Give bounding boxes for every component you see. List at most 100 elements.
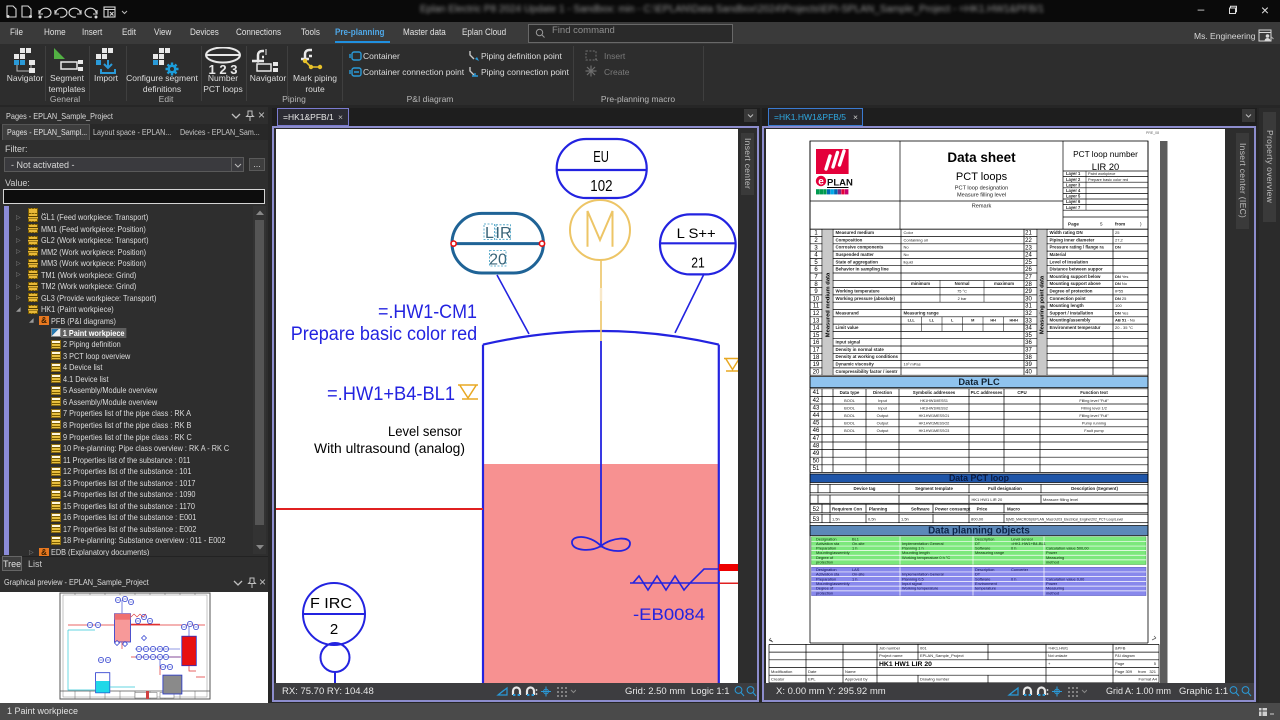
svg-text:Page 309: Page 309	[1115, 669, 1133, 674]
svg-text:BOOL: BOOL	[844, 421, 856, 426]
svg-text:33: 33	[1025, 318, 1032, 324]
svg-text:AB 51 - No: AB 51 - No	[1115, 318, 1136, 323]
svg-text:Job number: Job number	[879, 646, 901, 651]
svg-text:15: 15	[813, 333, 820, 339]
svg-text:Converter: Converter	[1011, 567, 1029, 572]
svg-text:Color: Color	[904, 230, 914, 235]
svg-text:Software: Software	[911, 506, 930, 511]
svg-text:from: from	[1115, 222, 1125, 227]
svg-text:HK1HW1MESSO1: HK1HW1MESSO1	[919, 414, 950, 418]
svg-text:Material: Material	[1050, 252, 1067, 257]
svg-text:HHH: HHH	[1009, 318, 1018, 323]
svg-text:Piping inner diameter: Piping inner diameter	[1050, 237, 1095, 242]
svg-text:PCT loop designation: PCT loop designation	[955, 186, 1008, 192]
svg-text:PRE_08: PRE_08	[1146, 131, 1159, 135]
svg-text:EPLAN_Sample_Project: EPLAN_Sample_Project	[920, 653, 964, 658]
svg-text:Power consumpt: Power consumpt	[935, 506, 971, 511]
svg-text:Filling level 1/2: Filling level 1/2	[1081, 405, 1107, 410]
svg-text:001: 001	[920, 646, 927, 651]
svg-text:Layer 4: Layer 4	[1066, 188, 1081, 193]
svg-text:Function text: Function text	[1080, 390, 1108, 395]
svg-text:52: 52	[813, 507, 820, 513]
svg-text:Pressure rating / flange ra: Pressure rating / flange ra	[1050, 245, 1105, 250]
svg-text:Working temperature: Working temperature	[836, 289, 881, 294]
svg-text:Price: Price	[977, 506, 988, 511]
svg-text:State of aggregation: State of aggregation	[836, 259, 879, 264]
svg-text:75 °C: 75 °C	[957, 289, 967, 294]
svg-text:Filling level "Full": Filling level "Full"	[1079, 413, 1109, 418]
svg-text:temperature: temperature	[975, 586, 996, 591]
svg-text:No: No	[904, 252, 910, 257]
svg-text:P&I diagram: P&I diagram	[1115, 654, 1135, 658]
svg-text:Measuring point data: Measuring point data	[1040, 275, 1046, 334]
svg-text:IP55: IP55	[1115, 289, 1124, 294]
svg-text:Measured medium: Measured medium	[836, 230, 875, 235]
svg-text:method: method	[1046, 559, 1059, 564]
svg-text:protection: protection	[816, 590, 833, 595]
svg-text:41: 41	[813, 390, 820, 396]
svg-text:BOOL: BOOL	[844, 405, 856, 410]
svg-text:BOOL: BOOL	[844, 398, 856, 403]
svg-text:Modification: Modification	[771, 669, 792, 674]
svg-text:37: 37	[1025, 348, 1032, 354]
svg-text:Connection point: Connection point	[1050, 296, 1087, 301]
svg-text:HK1HW1MESSO2: HK1HW1MESSO2	[919, 422, 950, 426]
svg-text:Mounting support below: Mounting support below	[1050, 274, 1102, 279]
svg-text:Segment template: Segment template	[915, 486, 953, 491]
svg-text:Suspended matter: Suspended matter	[836, 252, 875, 257]
svg-text:protection: protection	[816, 559, 833, 564]
svg-text:Degree of protection: Degree of protection	[1050, 289, 1093, 294]
svg-text:2: 2	[330, 621, 338, 638]
svg-text:Data PLC: Data PLC	[958, 377, 1000, 387]
svg-text:11: 11	[813, 304, 820, 310]
svg-text:Input signal: Input signal	[836, 340, 861, 345]
svg-text:10³ mPas: 10³ mPas	[904, 362, 921, 367]
svg-text:19: 19	[813, 362, 820, 368]
svg-text:-EB0084: -EB0084	[633, 606, 705, 624]
svg-text:BOOL: BOOL	[844, 428, 856, 433]
svg-text:BOOL: BOOL	[844, 413, 856, 418]
svg-text:=.HW1+B4-BL1: =.HW1+B4-BL1	[327, 384, 455, 405]
svg-text:from: from	[1138, 669, 1147, 674]
svg-text:e: e	[818, 177, 824, 188]
svg-text:47: 47	[813, 436, 820, 442]
svg-text:Description (Segment): Description (Segment)	[1071, 486, 1118, 491]
svg-text:49: 49	[813, 451, 820, 457]
svg-text:Environment temperatur: Environment temperatur	[1050, 325, 1101, 330]
svg-text:Planning: Planning	[869, 506, 888, 511]
svg-text:25: 25	[1025, 260, 1032, 266]
svg-text:Input: Input	[878, 398, 888, 403]
svg-text:Measuring range: Measuring range	[975, 550, 1004, 555]
svg-text:LLL: LLL	[908, 318, 916, 323]
svg-text:36: 36	[1025, 340, 1032, 346]
svg-text:Data PCT loop: Data PCT loop	[949, 473, 1010, 483]
svg-text:Prepare basic color red: Prepare basic color red	[1088, 177, 1128, 182]
svg-text:Prepare basic color red: Prepare basic color red	[291, 324, 478, 345]
svg-text:With ultrasound (analog): With ultrasound (analog)	[314, 440, 465, 456]
svg-text:Measuring range: Measuring range	[904, 310, 940, 315]
svg-text:0,5h: 0,5h	[868, 516, 876, 521]
svg-text:Dynamic viscosity: Dynamic viscosity	[836, 362, 875, 367]
svg-text:Data planning objects: Data planning objects	[928, 526, 1030, 537]
svg-text:1 h: 1 h	[852, 576, 857, 581]
svg-text:16: 16	[813, 340, 820, 346]
svg-text:40: 40	[1025, 369, 1032, 375]
svg-text:39: 39	[1025, 362, 1032, 368]
svg-text:53: 53	[813, 517, 820, 523]
svg-text:Behavior in sampling line: Behavior in sampling line	[836, 267, 890, 272]
svg-text:Device tag: Device tag	[854, 486, 876, 491]
svg-text:Input: Input	[878, 405, 888, 410]
svg-text:HK1 HW1 LIR 20: HK1 HW1 LIR 20	[972, 497, 1003, 502]
svg-text:Name: Name	[845, 669, 856, 674]
svg-text:Paint workpiece: Paint workpiece	[1088, 171, 1115, 176]
svg-text:Working temperature: Working temperature	[902, 586, 938, 591]
svg-text:Page: Page	[1068, 222, 1079, 227]
svg-text:51: 51	[813, 466, 820, 472]
svg-text:LL: LL	[929, 318, 934, 323]
svg-text:14: 14	[813, 326, 820, 332]
svg-text:=.HW1-CM1: =.HW1-CM1	[378, 302, 477, 323]
svg-text:&PFB: &PFB	[1115, 646, 1126, 651]
svg-text:Measurand: Measurand	[836, 310, 859, 315]
svg-text:DN 25: DN 25	[1115, 296, 1127, 301]
svg-text:PCT loop number: PCT loop number	[1073, 149, 1138, 159]
